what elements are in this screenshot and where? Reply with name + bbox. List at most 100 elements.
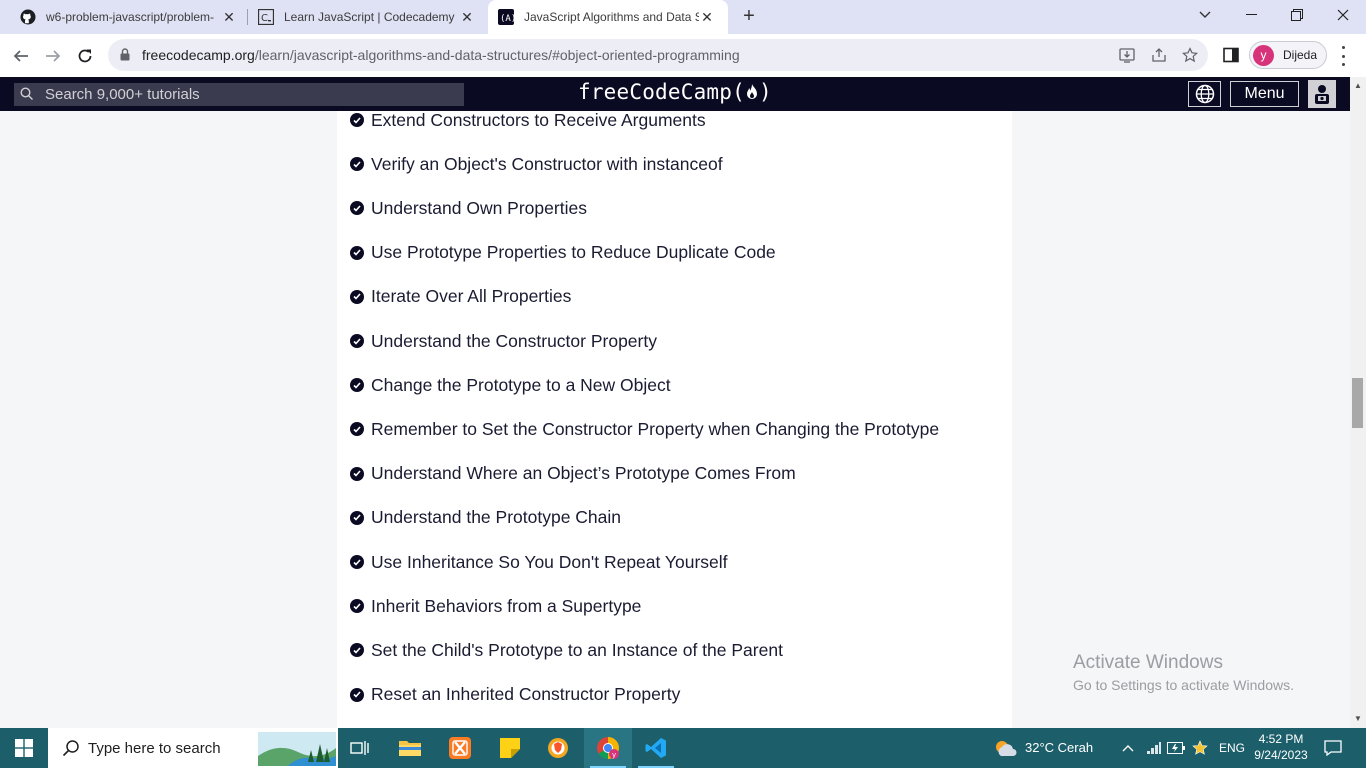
check-circle-icon <box>350 510 364 525</box>
lesson-item[interactable]: Understand the Constructor Property <box>350 329 657 353</box>
check-circle-icon <box>350 157 364 172</box>
language-globe-button[interactable] <box>1188 81 1221 107</box>
page-scrollbar[interactable]: ▲ ▼ <box>1350 77 1366 728</box>
browser-menu-icon[interactable] <box>1336 46 1350 66</box>
tab-search-chevron-icon[interactable] <box>1182 0 1228 30</box>
task-view-button[interactable] <box>336 728 384 768</box>
minimize-button[interactable] <box>1228 0 1274 30</box>
lesson-title[interactable]: Inherit Behaviors from a Supertype <box>371 596 641 617</box>
svg-text:C: C <box>261 13 268 24</box>
lesson-item[interactable]: Use Inheritance So You Don't Repeat Your… <box>350 550 728 574</box>
search-icon <box>62 739 80 762</box>
tab-github[interactable]: w6-problem-javascript/problem- ✕ <box>12 0 248 34</box>
lesson-title[interactable]: Iterate Over All Properties <box>371 286 571 307</box>
lesson-title[interactable]: Extend Constructors to Receive Arguments <box>371 111 706 131</box>
file-explorer-app[interactable] <box>386 728 434 768</box>
scroll-up-arrow-icon[interactable]: ▲ <box>1353 81 1363 91</box>
bookmark-star-icon[interactable] <box>1181 46 1199 64</box>
scroll-down-arrow-icon[interactable]: ▼ <box>1353 714 1363 724</box>
check-circle-icon <box>350 334 364 348</box>
weather-text[interactable]: 32°C Cerah <box>1025 740 1093 755</box>
lesson-title[interactable]: Understand the Constructor Property <box>371 331 657 352</box>
scrollbar-thumb[interactable] <box>1352 378 1363 428</box>
lesson-item[interactable]: Remember to Set the Constructor Property… <box>350 417 939 441</box>
lesson-item[interactable]: Understand the Prototype Chain <box>350 506 621 530</box>
globe-icon <box>1195 84 1214 104</box>
url-text[interactable]: freecodecamp.org/learn/javascript-algori… <box>142 47 740 63</box>
lock-icon[interactable] <box>120 48 130 66</box>
xampp-app[interactable] <box>436 728 484 768</box>
close-icon[interactable]: ✕ <box>459 9 475 25</box>
show-hidden-icons-chevron-icon[interactable] <box>1116 728 1140 768</box>
start-button[interactable] <box>0 728 48 768</box>
check-circle-icon <box>350 422 364 437</box>
lesson-item[interactable]: Understand Own Properties <box>350 196 587 220</box>
check-circle-icon <box>350 201 364 216</box>
vscode-app[interactable] <box>632 728 680 768</box>
search-icon <box>20 87 34 106</box>
address-bar[interactable]: freecodecamp.org/learn/javascript-algori… <box>108 39 1208 71</box>
lesson-title[interactable]: Change the Prototype to a New Object <box>371 375 671 396</box>
tab-strip: w6-problem-javascript/problem- ✕ C Learn… <box>0 0 1366 34</box>
check-circle-icon <box>350 643 364 658</box>
notifications-icon[interactable] <box>1318 728 1348 768</box>
taskbar-clock[interactable]: 4:52 PM 9/24/2023 <box>1249 731 1313 763</box>
network-icon[interactable] <box>1142 728 1166 768</box>
lesson-item[interactable]: Extend Constructors to Receive Arguments <box>350 111 706 132</box>
lesson-item[interactable]: Understand Where an Object’s Prototype C… <box>350 462 796 486</box>
page-content: Extend Constructors to Receive Arguments… <box>0 111 1350 728</box>
search-input[interactable]: Search 9,000+ tutorials <box>14 83 464 106</box>
restore-button[interactable] <box>1274 0 1320 30</box>
lesson-item[interactable]: Verify an Object's Constructor with inst… <box>350 152 723 176</box>
sticky-notes-app[interactable] <box>486 728 534 768</box>
lesson-title[interactable]: Understand Own Properties <box>371 198 587 219</box>
lesson-title[interactable]: Verify an Object's Constructor with inst… <box>371 154 723 175</box>
lesson-title[interactable]: Reset an Inherited Constructor Property <box>371 684 680 705</box>
lesson-title[interactable]: Use Prototype Properties to Reduce Dupli… <box>371 242 776 263</box>
lesson-title[interactable]: Understand Where an Object’s Prototype C… <box>371 463 796 484</box>
check-circle-icon <box>350 466 364 481</box>
user-avatar-button[interactable] <box>1308 80 1336 108</box>
favorites-star-icon[interactable] <box>1188 728 1212 768</box>
tab-codecademy[interactable]: C Learn JavaScript | Codecademy ✕ <box>250 0 486 34</box>
folder-icon <box>399 741 421 756</box>
camper-avatar-icon <box>1315 85 1329 104</box>
lesson-title[interactable]: Set the Child's Prototype to an Instance… <box>371 640 783 661</box>
lesson-title[interactable]: Use Inheritance So You Don't Repeat Your… <box>371 552 728 573</box>
brave-browser-app[interactable] <box>534 728 582 768</box>
lesson-item[interactable]: Set the Child's Prototype to an Instance… <box>350 638 783 662</box>
fcc-navbar: Search 9,000+ tutorials freeCodeCamp() M… <box>0 77 1350 111</box>
fcc-logo[interactable]: freeCodeCamp() <box>578 80 772 104</box>
lesson-item[interactable]: Inherit Behaviors from a Supertype <box>350 594 641 618</box>
battery-icon[interactable] <box>1164 728 1188 768</box>
chrome-app[interactable]: y <box>584 728 632 768</box>
profile-button[interactable]: y Dijeda <box>1249 41 1327 69</box>
lesson-list: Extend Constructors to Receive Arguments… <box>337 111 1012 728</box>
close-icon[interactable]: ✕ <box>699 9 715 25</box>
lesson-item[interactable]: Use Prototype Properties to Reduce Dupli… <box>350 241 776 265</box>
xampp-icon <box>449 737 471 759</box>
check-circle-icon <box>350 113 364 127</box>
taskbar-search-box[interactable]: Type here to search <box>48 728 338 768</box>
lesson-item[interactable]: Iterate Over All Properties <box>350 285 571 309</box>
back-button[interactable] <box>8 43 34 69</box>
side-panel-icon[interactable] <box>1221 45 1241 65</box>
new-tab-button[interactable]: + <box>738 6 760 28</box>
svg-text:(A): (A) <box>500 14 514 24</box>
lesson-item[interactable]: Reset an Inherited Constructor Property <box>350 683 680 707</box>
reload-button[interactable] <box>72 43 98 69</box>
vscode-icon <box>645 738 666 758</box>
lesson-title[interactable]: Remember to Set the Constructor Property… <box>371 419 939 440</box>
close-window-button[interactable] <box>1320 0 1366 30</box>
tab-freecodecamp[interactable]: (A) JavaScript Algorithms and Data S ✕ <box>488 0 728 34</box>
lesson-item[interactable]: Change the Prototype to a New Object <box>350 373 671 397</box>
close-icon[interactable]: ✕ <box>221 9 237 25</box>
share-icon[interactable] <box>1150 46 1168 64</box>
flame-icon <box>746 84 757 99</box>
weather-widget-icon[interactable] <box>990 728 1020 768</box>
forward-button[interactable] <box>40 43 66 69</box>
language-indicator[interactable]: ENG <box>1219 741 1245 755</box>
lesson-title[interactable]: Understand the Prototype Chain <box>371 507 621 528</box>
install-app-icon[interactable] <box>1118 46 1136 64</box>
menu-button[interactable]: Menu <box>1230 81 1299 107</box>
